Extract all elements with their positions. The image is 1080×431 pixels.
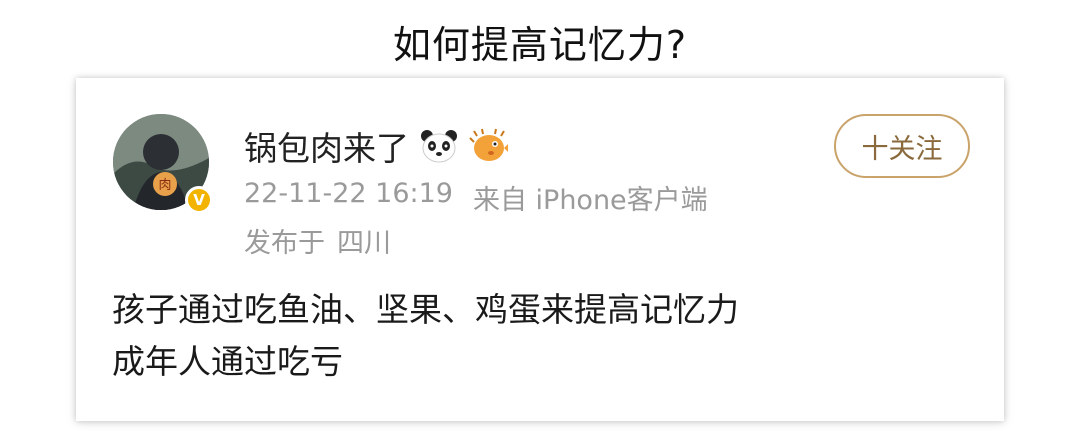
post-body-line: 成年人通过吃亏 xyxy=(112,342,343,381)
panda-face-icon xyxy=(421,130,457,163)
weibo-post-card: 肉 V 锅包肉来了 22-11-22 16:19 来自 iPhone客户端 发布… xyxy=(76,78,1004,421)
verified-badge-icon: V xyxy=(185,186,213,214)
post-timestamp: 22-11-22 16:19 xyxy=(244,178,453,209)
avatar-container[interactable]: 肉 V xyxy=(113,114,217,218)
pufferfish-icon xyxy=(469,128,508,161)
svg-text:肉: 肉 xyxy=(158,178,171,193)
page: 如何提高记忆力? 肉 V 锅包肉来了 22-11-22 16:19 来自 iPh… xyxy=(0,0,1080,431)
follow-button[interactable]: 十关注 xyxy=(834,114,970,178)
location-label: 发布于 xyxy=(244,228,325,259)
page-title: 如何提高记忆力? xyxy=(392,23,688,67)
post-source: 来自 iPhone客户端 xyxy=(472,185,708,216)
post-location: 发布于 四川 xyxy=(244,221,391,260)
username[interactable]: 锅包肉来了 xyxy=(244,122,409,170)
username-row: 锅包肉来了 xyxy=(244,122,509,170)
post-meta: 22-11-22 16:19 来自 iPhone客户端 xyxy=(244,178,708,217)
post-body-line: 孩子通过吃鱼油、坚果、鸡蛋来提高记忆力 xyxy=(112,290,739,329)
post-body: 孩子通过吃鱼油、坚果、鸡蛋来提高记忆力 成年人通过吃亏 xyxy=(112,284,739,388)
location-value: 四川 xyxy=(337,228,391,259)
